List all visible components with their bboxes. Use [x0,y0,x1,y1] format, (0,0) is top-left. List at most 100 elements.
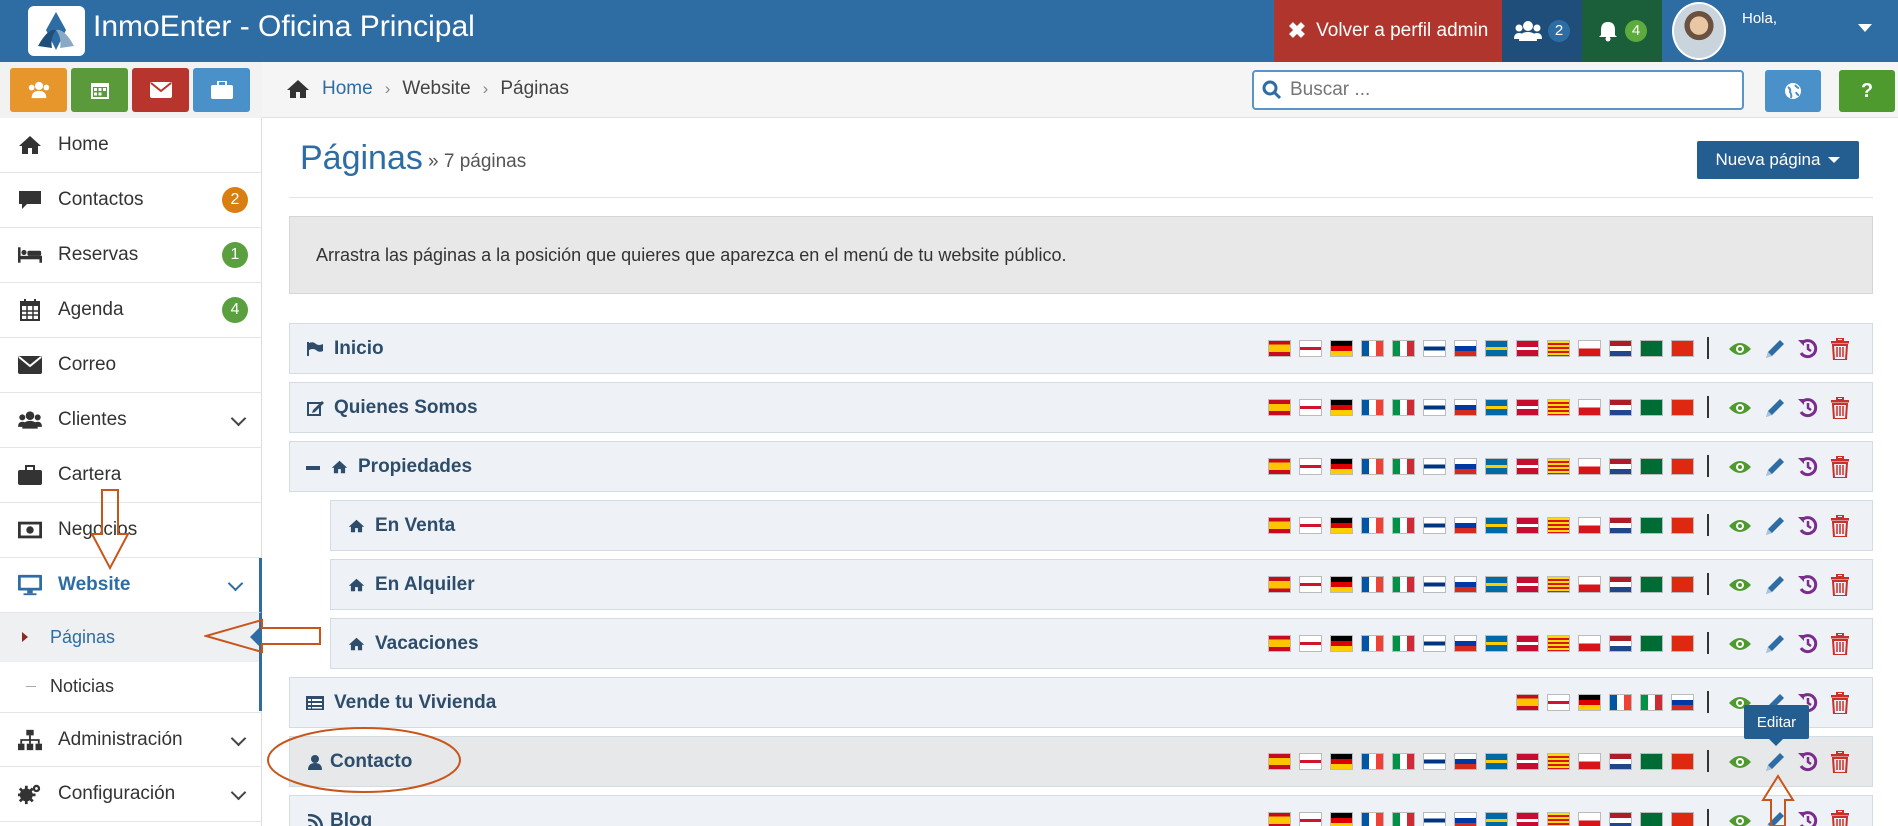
language-flag-icon[interactable] [1299,458,1322,475]
language-flag-icon[interactable] [1423,399,1446,416]
language-flag-icon[interactable] [1268,517,1291,534]
language-flag-icon[interactable] [1454,517,1477,534]
delete-icon[interactable] [1828,454,1852,480]
language-flag-icon[interactable] [1609,399,1632,416]
contacts-quick-button[interactable] [10,68,67,112]
sidebar-item-administracion[interactable]: Administración [0,712,262,767]
language-flag-icon[interactable] [1640,458,1663,475]
language-flag-icon[interactable] [1516,399,1539,416]
page-row[interactable]: Vacaciones [330,618,1873,669]
language-flag-icon[interactable] [1485,340,1508,357]
language-flag-icon[interactable] [1609,576,1632,593]
language-flag-icon[interactable] [1361,753,1384,770]
language-flag-icon[interactable] [1640,753,1663,770]
delete-icon[interactable] [1828,513,1852,539]
language-flag-icon[interactable] [1671,753,1694,770]
language-flag-icon[interactable] [1361,576,1384,593]
language-flag-icon[interactable] [1578,694,1601,711]
page-label[interactable]: Propiedades [358,456,472,478]
language-flag-icon[interactable] [1330,635,1353,652]
language-flag-icon[interactable] [1299,576,1322,593]
language-flag-icon[interactable] [1671,576,1694,593]
language-flag-icon[interactable] [1268,635,1291,652]
language-flag-icon[interactable] [1361,399,1384,416]
language-flag-icon[interactable] [1640,694,1663,711]
language-flag-icon[interactable] [1640,812,1663,826]
language-flag-icon[interactable] [1578,517,1601,534]
delete-icon[interactable] [1828,336,1852,362]
language-flag-icon[interactable] [1671,458,1694,475]
language-flag-icon[interactable] [1392,458,1415,475]
delete-icon[interactable] [1828,749,1852,775]
sidebar-item-negocios[interactable]: Negocios [0,503,262,558]
language-flag-icon[interactable] [1268,458,1291,475]
page-row[interactable]: Contacto [289,736,1873,787]
language-flag-icon[interactable] [1547,399,1570,416]
language-flag-icon[interactable] [1299,812,1322,826]
sidebar-item-clientes[interactable]: Clientes [0,393,262,448]
language-flag-icon[interactable] [1454,458,1477,475]
page-label[interactable]: En Venta [375,515,455,537]
page-row[interactable]: Blog [289,795,1873,826]
language-flag-icon[interactable] [1423,753,1446,770]
language-flag-icon[interactable] [1671,517,1694,534]
language-flag-icon[interactable] [1268,812,1291,826]
notifications-button[interactable]: 4 [1582,0,1662,62]
page-label[interactable]: Inicio [334,338,384,360]
language-flag-icon[interactable] [1547,753,1570,770]
language-flag-icon[interactable] [1640,517,1663,534]
language-flag-icon[interactable] [1330,517,1353,534]
history-icon[interactable] [1796,749,1820,775]
delete-icon[interactable] [1828,631,1852,657]
calendar-quick-button[interactable] [71,68,128,112]
language-flag-icon[interactable] [1268,340,1291,357]
language-flag-icon[interactable] [1423,458,1446,475]
language-flag-icon[interactable] [1609,753,1632,770]
breadcrumb-home[interactable]: Home [322,78,373,100]
edit-pencil-icon[interactable] [1763,631,1787,657]
page-label[interactable]: En Alquiler [375,574,475,596]
language-flag-icon[interactable] [1578,812,1601,826]
language-flag-icon[interactable] [1423,517,1446,534]
sidebar-item-configuracion[interactable]: Configuración [0,767,262,822]
language-flag-icon[interactable] [1454,399,1477,416]
language-flag-icon[interactable] [1609,812,1632,826]
page-row[interactable]: Vende tu Vivienda [289,677,1873,728]
language-flag-icon[interactable] [1578,399,1601,416]
language-flag-icon[interactable] [1547,340,1570,357]
edit-pencil-icon[interactable] [1763,808,1787,826]
back-to-admin-button[interactable]: ✖ Volver a perfil admin [1274,0,1502,62]
language-flag-icon[interactable] [1299,635,1322,652]
language-flag-icon[interactable] [1392,340,1415,357]
language-flag-icon[interactable] [1485,753,1508,770]
language-flag-icon[interactable] [1454,340,1477,357]
page-label[interactable]: Quienes Somos [334,397,478,419]
language-flag-icon[interactable] [1330,458,1353,475]
language-flag-icon[interactable] [1516,694,1539,711]
view-icon[interactable] [1728,513,1752,539]
language-flag-icon[interactable] [1299,340,1322,357]
page-row[interactable]: Inicio [289,323,1873,374]
delete-icon[interactable] [1828,572,1852,598]
breadcrumb-website[interactable]: Website [402,78,470,100]
language-flag-icon[interactable] [1578,340,1601,357]
view-icon[interactable] [1728,631,1752,657]
language-flag-icon[interactable] [1516,340,1539,357]
language-flag-icon[interactable] [1578,753,1601,770]
language-flag-icon[interactable] [1361,458,1384,475]
language-flag-icon[interactable] [1640,635,1663,652]
language-flag-icon[interactable] [1671,694,1694,711]
language-flag-icon[interactable] [1640,399,1663,416]
language-flag-icon[interactable] [1547,458,1570,475]
language-flag-icon[interactable] [1640,576,1663,593]
language-flag-icon[interactable] [1547,576,1570,593]
language-flag-icon[interactable] [1330,399,1353,416]
language-flag-icon[interactable] [1578,576,1601,593]
language-flag-icon[interactable] [1361,517,1384,534]
language-flag-icon[interactable] [1547,635,1570,652]
page-row[interactable]: Quienes Somos [289,382,1873,433]
history-icon[interactable] [1796,395,1820,421]
language-flag-icon[interactable] [1485,812,1508,826]
language-flag-icon[interactable] [1361,812,1384,826]
edit-pencil-icon[interactable] [1763,336,1787,362]
